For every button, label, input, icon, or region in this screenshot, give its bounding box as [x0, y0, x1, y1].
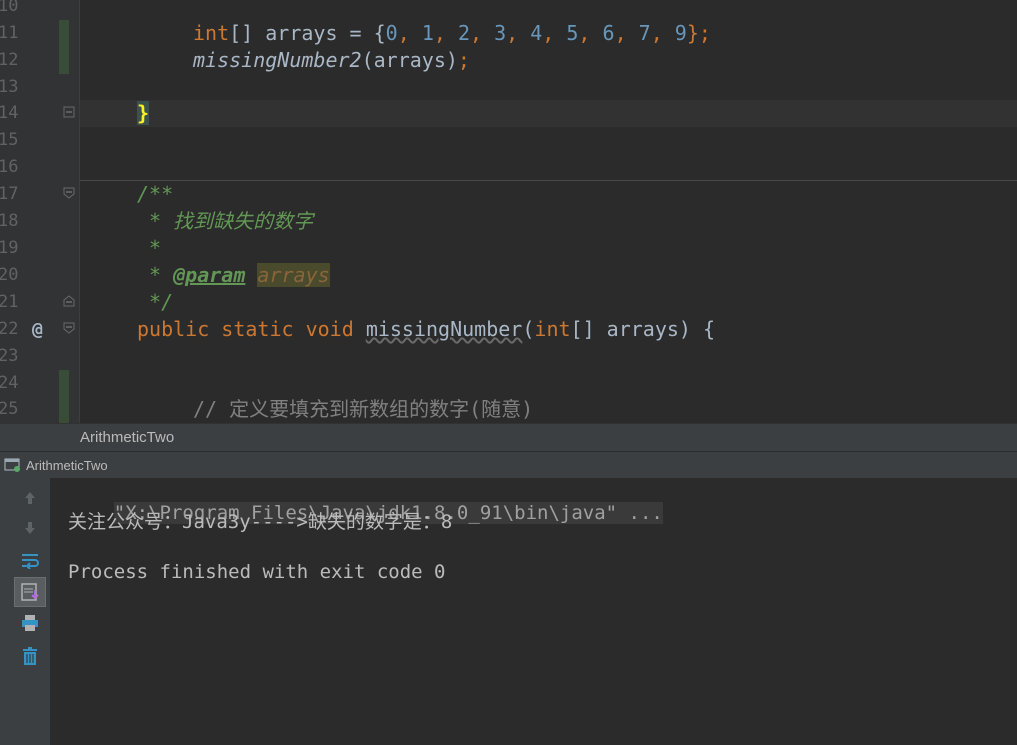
code-text[interactable]: }: [137, 100, 150, 127]
number-literal: 9: [674, 21, 687, 45]
doc-comment[interactable]: * 找到缺失的数字: [137, 208, 313, 235]
keyword: void: [305, 317, 354, 341]
line-number: 22: [0, 319, 19, 339]
number-literal: 5: [566, 21, 579, 45]
code-line[interactable]: 13: [0, 74, 1017, 101]
run-tab[interactable]: ArithmeticTwo: [4, 455, 108, 475]
code-editor[interactable]: 10 11 int[] arrays = {0, 1, 2, 3, 4, 5, …: [0, 0, 1017, 423]
code-line[interactable]: 12 missingNumber2(arrays);: [0, 47, 1017, 74]
keyword: public: [137, 317, 210, 341]
line-number: 23: [0, 346, 19, 366]
code-token: };: [686, 21, 711, 45]
keyword: static: [221, 317, 294, 341]
doc-param-name: arrays: [257, 263, 330, 287]
code-line[interactable]: 15: [0, 127, 1017, 154]
line-number: 20: [0, 265, 19, 285]
trash-icon: [23, 647, 37, 665]
print-icon: [22, 615, 38, 631]
code-line[interactable]: 24: [0, 370, 1017, 397]
number-literal: 7: [638, 21, 651, 45]
doc-comment[interactable]: * @param arrays: [137, 262, 330, 289]
breadcrumb-item[interactable]: ArithmeticTwo: [80, 429, 174, 446]
soft-wrap-button[interactable]: [15, 546, 45, 574]
scroll-to-end-icon: [21, 583, 39, 601]
up-stack-button[interactable]: [15, 484, 45, 512]
method-call: missingNumber2: [193, 48, 362, 72]
number-literal: 3: [494, 21, 507, 45]
run-toolbar: [0, 478, 51, 745]
code-line[interactable]: 22 @ public static void missingNumber(in…: [0, 316, 1017, 343]
run-tab-label: ArithmeticTwo: [26, 457, 108, 473]
code-text[interactable]: public static void missingNumber(int[] a…: [137, 316, 715, 343]
run-tool-window-tabbar: ArithmeticTwo: [0, 451, 1017, 479]
arrow-down-icon: [25, 522, 35, 534]
line-number: 11: [0, 23, 19, 43]
breadcrumb: ArithmeticTwo: [0, 423, 1017, 452]
doc-star: *: [137, 263, 174, 287]
code-token: (arrays): [361, 48, 458, 72]
scroll-to-end-button[interactable]: [14, 577, 46, 607]
fold-end-icon[interactable]: [63, 295, 75, 307]
code-line[interactable]: 20 * @param arrays: [0, 262, 1017, 289]
number-literal: 1: [421, 21, 434, 45]
clear-all-button[interactable]: [15, 642, 45, 670]
line-number: 10: [0, 0, 19, 16]
line-number: 12: [0, 50, 19, 70]
override-marker-icon[interactable]: @: [32, 316, 43, 343]
doc-comment[interactable]: *: [137, 235, 161, 262]
line-number: 13: [0, 77, 19, 97]
number-literal: 2: [457, 21, 470, 45]
line-number: 21: [0, 292, 19, 312]
code-line[interactable]: 23: [0, 343, 1017, 370]
doc-comment[interactable]: /**: [137, 181, 173, 208]
code-line[interactable]: 10: [0, 0, 1017, 20]
fold-start-icon[interactable]: [63, 187, 75, 199]
line-comment[interactable]: // 定义要填充到新数组的数字(随意): [193, 396, 533, 423]
code-text[interactable]: int[] arrays = {0, 1, 2, 3, 4, 5, 6, 7, …: [193, 20, 711, 47]
line-number: 15: [0, 130, 19, 150]
doc-comment[interactable]: */: [137, 289, 173, 316]
line-number: 25: [0, 399, 19, 419]
down-stack-button[interactable]: [15, 514, 45, 542]
line-number: 17: [0, 184, 19, 204]
console-output[interactable]: "X:\Program Files\Java\jdk1.8.0_91\bin\j…: [51, 478, 1017, 745]
print-button[interactable]: [15, 609, 45, 637]
soft-wrap-icon: [22, 554, 39, 569]
code-line[interactable]: 25 // 定义要填充到新数组的数字(随意): [0, 396, 1017, 423]
fold-start-icon[interactable]: [63, 322, 75, 334]
number-literal: 6: [602, 21, 615, 45]
keyword: int: [193, 21, 230, 45]
code-line[interactable]: 17 /**: [0, 181, 1017, 208]
code-line[interactable]: 16: [0, 154, 1017, 181]
code-token: (: [522, 317, 535, 341]
line-number: 18: [0, 211, 19, 231]
line-number: 24: [0, 373, 19, 393]
code-line[interactable]: 19 *: [0, 235, 1017, 262]
keyword: int: [534, 317, 571, 341]
number-literal: 4: [530, 21, 543, 45]
code-text[interactable]: missingNumber2(arrays);: [193, 47, 470, 74]
doc-tag: @param: [173, 263, 246, 287]
code-line[interactable]: 21 */: [0, 289, 1017, 316]
code-line[interactable]: 14 }: [0, 100, 1017, 127]
console-line: 关注公众号：Java3y---->缺失的数字是：8: [68, 511, 453, 533]
line-number: 14: [0, 103, 19, 123]
console-line: Process finished with exit code 0: [68, 561, 446, 583]
code-line[interactable]: 18 * 找到缺失的数字: [0, 208, 1017, 235]
method-name: missingNumber: [365, 317, 523, 341]
matched-brace: }: [137, 101, 150, 125]
code-line[interactable]: 11 int[] arrays = {0, 1, 2, 3, 4, 5, 6, …: [0, 20, 1017, 47]
code-token: [] arrays) {: [570, 317, 716, 341]
code-token: [] arrays = {: [229, 21, 386, 45]
code-token: ;: [457, 48, 470, 72]
arrow-up-icon: [25, 492, 35, 504]
line-number: 16: [0, 157, 19, 177]
number-literal: 0: [385, 21, 398, 45]
line-number: 19: [0, 238, 19, 258]
run-config-icon: [4, 458, 20, 472]
fold-end-icon[interactable]: [63, 106, 75, 118]
